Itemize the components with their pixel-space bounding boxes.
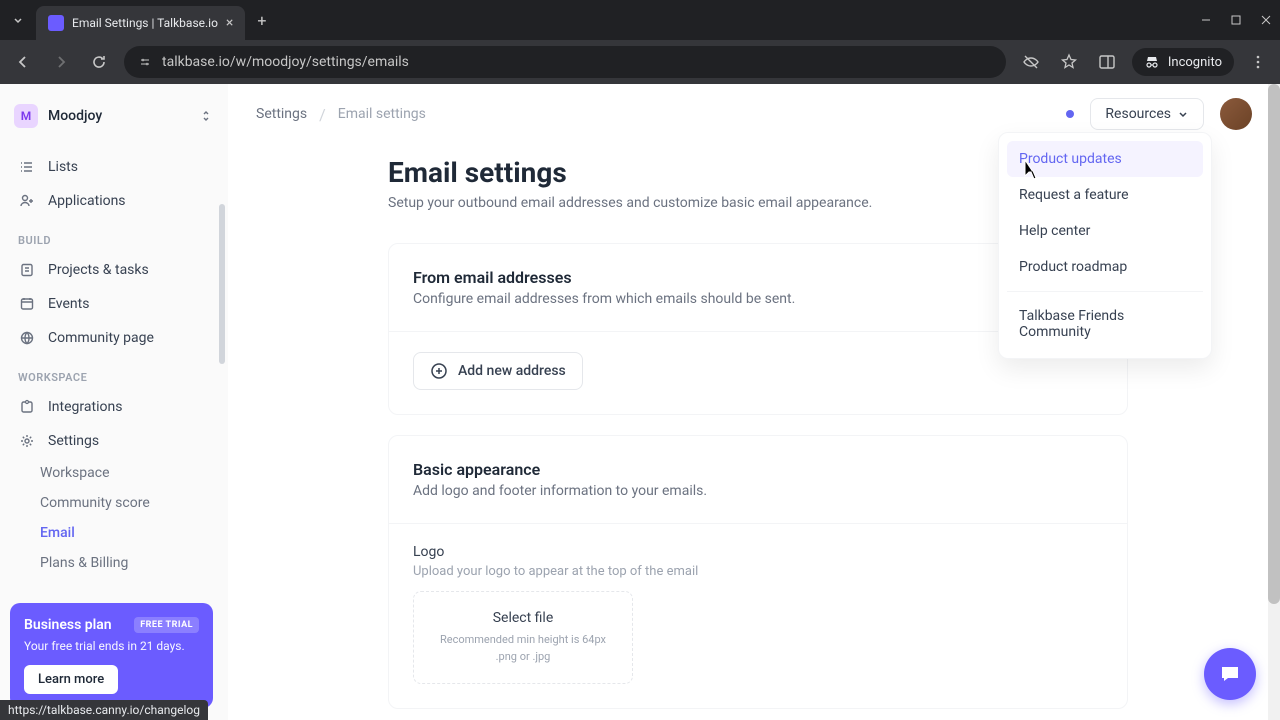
add-address-button[interactable]: Add new address bbox=[413, 352, 583, 390]
promo-badge: FREE TRIAL bbox=[134, 617, 199, 633]
sidebar-item-label: Integrations bbox=[48, 399, 122, 415]
resources-label: Resources bbox=[1105, 106, 1171, 122]
notification-dot[interactable] bbox=[1066, 110, 1074, 118]
url-text: talkbase.io/w/moodjoy/settings/emails bbox=[162, 54, 409, 70]
sidebar-scrollbar[interactable] bbox=[219, 204, 225, 364]
tab-close-icon[interactable]: × bbox=[226, 15, 233, 31]
sidebar-item-label: Events bbox=[48, 296, 89, 312]
chevron-down-icon bbox=[1177, 108, 1189, 120]
address-bar[interactable]: talkbase.io/w/moodjoy/settings/emails bbox=[124, 46, 1006, 78]
plus-circle-icon bbox=[430, 362, 448, 380]
sidebar-sub-community-score[interactable]: Community score bbox=[8, 488, 219, 518]
sidebar-sub-workspace[interactable]: Workspace bbox=[8, 458, 219, 488]
dropdown-product-roadmap[interactable]: Product roadmap bbox=[1007, 249, 1203, 285]
card-title: Basic appearance bbox=[413, 460, 1103, 479]
sidebar-sub-plans-billing[interactable]: Plans & Billing bbox=[8, 548, 219, 578]
promo-desc: Your free trial ends in 21 days. bbox=[24, 639, 199, 653]
bookmark-star-icon[interactable] bbox=[1056, 49, 1082, 75]
appearance-card: Basic appearance Add logo and footer inf… bbox=[388, 435, 1128, 709]
upload-hint-1: Recommended min height is 64px bbox=[432, 632, 614, 649]
logo-label: Logo bbox=[413, 544, 1103, 560]
browser-toolbar: talkbase.io/w/moodjoy/settings/emails In… bbox=[0, 40, 1280, 84]
learn-more-button[interactable]: Learn more bbox=[24, 665, 118, 694]
resources-button[interactable]: Resources bbox=[1090, 98, 1204, 130]
sidebar-item-integrations[interactable]: Integrations bbox=[8, 390, 219, 424]
logo-desc: Upload your logo to appear at the top of… bbox=[413, 564, 1103, 579]
promo-card: Business plan FREE TRIAL Your free trial… bbox=[10, 603, 213, 708]
browser-tab-bar: Email Settings | Talkbase.io × + bbox=[0, 0, 1280, 40]
chat-widget-button[interactable] bbox=[1204, 648, 1256, 700]
incognito-label: Incognito bbox=[1168, 55, 1222, 70]
maximize-icon[interactable] bbox=[1230, 14, 1242, 26]
main-content: Settings / Email settings Resources Prod… bbox=[228, 84, 1280, 720]
sidebar-item-events[interactable]: Events bbox=[8, 287, 219, 321]
clipboard-icon bbox=[18, 261, 36, 279]
sidebar-item-community-page[interactable]: Community page bbox=[8, 321, 219, 355]
puzzle-icon bbox=[18, 398, 36, 416]
sidebar-item-lists[interactable]: Lists bbox=[8, 150, 219, 184]
sidebar-item-label: Applications bbox=[48, 193, 126, 209]
resources-dropdown: Product updates Request a feature Help c… bbox=[998, 132, 1212, 359]
sidebar-item-label: Lists bbox=[48, 159, 78, 175]
breadcrumb-root[interactable]: Settings bbox=[256, 106, 307, 122]
dropdown-divider bbox=[1007, 291, 1203, 292]
sidebar-item-applications[interactable]: Applications bbox=[8, 184, 219, 218]
dropdown-request-feature[interactable]: Request a feature bbox=[1007, 177, 1203, 213]
tab-title: Email Settings | Talkbase.io bbox=[72, 16, 218, 30]
reload-button[interactable] bbox=[86, 49, 112, 75]
card-divider bbox=[389, 523, 1127, 524]
tab-search-dropdown[interactable] bbox=[8, 10, 28, 30]
upload-title: Select file bbox=[432, 610, 614, 626]
menu-icon[interactable] bbox=[1246, 50, 1270, 74]
gear-icon bbox=[18, 432, 36, 450]
dropdown-product-updates[interactable]: Product updates bbox=[1007, 141, 1203, 177]
sidebar-item-label: Community page bbox=[48, 330, 154, 346]
status-bar-link: https://talkbase.canny.io/changelog bbox=[0, 700, 208, 720]
sidebar-item-label: Projects & tasks bbox=[48, 262, 149, 278]
eye-off-icon[interactable] bbox=[1018, 49, 1044, 75]
sidebar-item-projects[interactable]: Projects & tasks bbox=[8, 253, 219, 287]
forward-button[interactable] bbox=[48, 49, 74, 75]
chevron-up-down-icon bbox=[199, 109, 213, 123]
viewport-scrollbar-track[interactable] bbox=[1268, 84, 1280, 720]
list-icon bbox=[18, 158, 36, 176]
promo-title: Business plan bbox=[24, 617, 112, 633]
side-panel-icon[interactable] bbox=[1094, 49, 1120, 75]
calendar-icon bbox=[18, 295, 36, 313]
sidebar: M Moodjoy Lists Applications BUILD Proje… bbox=[0, 84, 228, 720]
tab-favicon bbox=[48, 15, 64, 31]
sidebar-section-build: BUILD bbox=[8, 218, 219, 253]
workspace-avatar: M bbox=[14, 104, 38, 128]
user-plus-icon bbox=[18, 192, 36, 210]
upload-hint-2: .png or .jpg bbox=[432, 649, 614, 666]
sidebar-section-workspace: WORKSPACE bbox=[8, 355, 219, 390]
card-desc: Add logo and footer information to your … bbox=[413, 483, 1103, 499]
workspace-name: Moodjoy bbox=[48, 108, 189, 124]
dropdown-help-center[interactable]: Help center bbox=[1007, 213, 1203, 249]
dropdown-community[interactable]: Talkbase Friends Community bbox=[1007, 298, 1203, 350]
close-window-icon[interactable] bbox=[1260, 14, 1272, 26]
globe-icon bbox=[18, 329, 36, 347]
browser-tab[interactable]: Email Settings | Talkbase.io × bbox=[36, 6, 245, 40]
sidebar-item-settings[interactable]: Settings bbox=[8, 424, 219, 458]
viewport-scrollbar-thumb[interactable] bbox=[1268, 84, 1280, 604]
user-avatar[interactable] bbox=[1220, 98, 1252, 130]
back-button[interactable] bbox=[10, 49, 36, 75]
site-settings-icon[interactable] bbox=[138, 55, 152, 69]
workspace-switcher[interactable]: M Moodjoy bbox=[8, 96, 219, 136]
breadcrumb-separator: / bbox=[319, 105, 326, 124]
sidebar-sub-email[interactable]: Email bbox=[8, 518, 219, 548]
incognito-badge[interactable]: Incognito bbox=[1132, 48, 1234, 76]
new-tab-button[interactable]: + bbox=[257, 11, 266, 30]
upload-area[interactable]: Select file Recommended min height is 64… bbox=[413, 591, 633, 684]
breadcrumb-current: Email settings bbox=[338, 106, 426, 122]
sidebar-item-label: Settings bbox=[48, 433, 99, 449]
window-controls bbox=[1200, 14, 1272, 26]
minimize-icon[interactable] bbox=[1200, 14, 1212, 26]
incognito-icon bbox=[1144, 54, 1160, 70]
add-button-label: Add new address bbox=[458, 363, 566, 379]
